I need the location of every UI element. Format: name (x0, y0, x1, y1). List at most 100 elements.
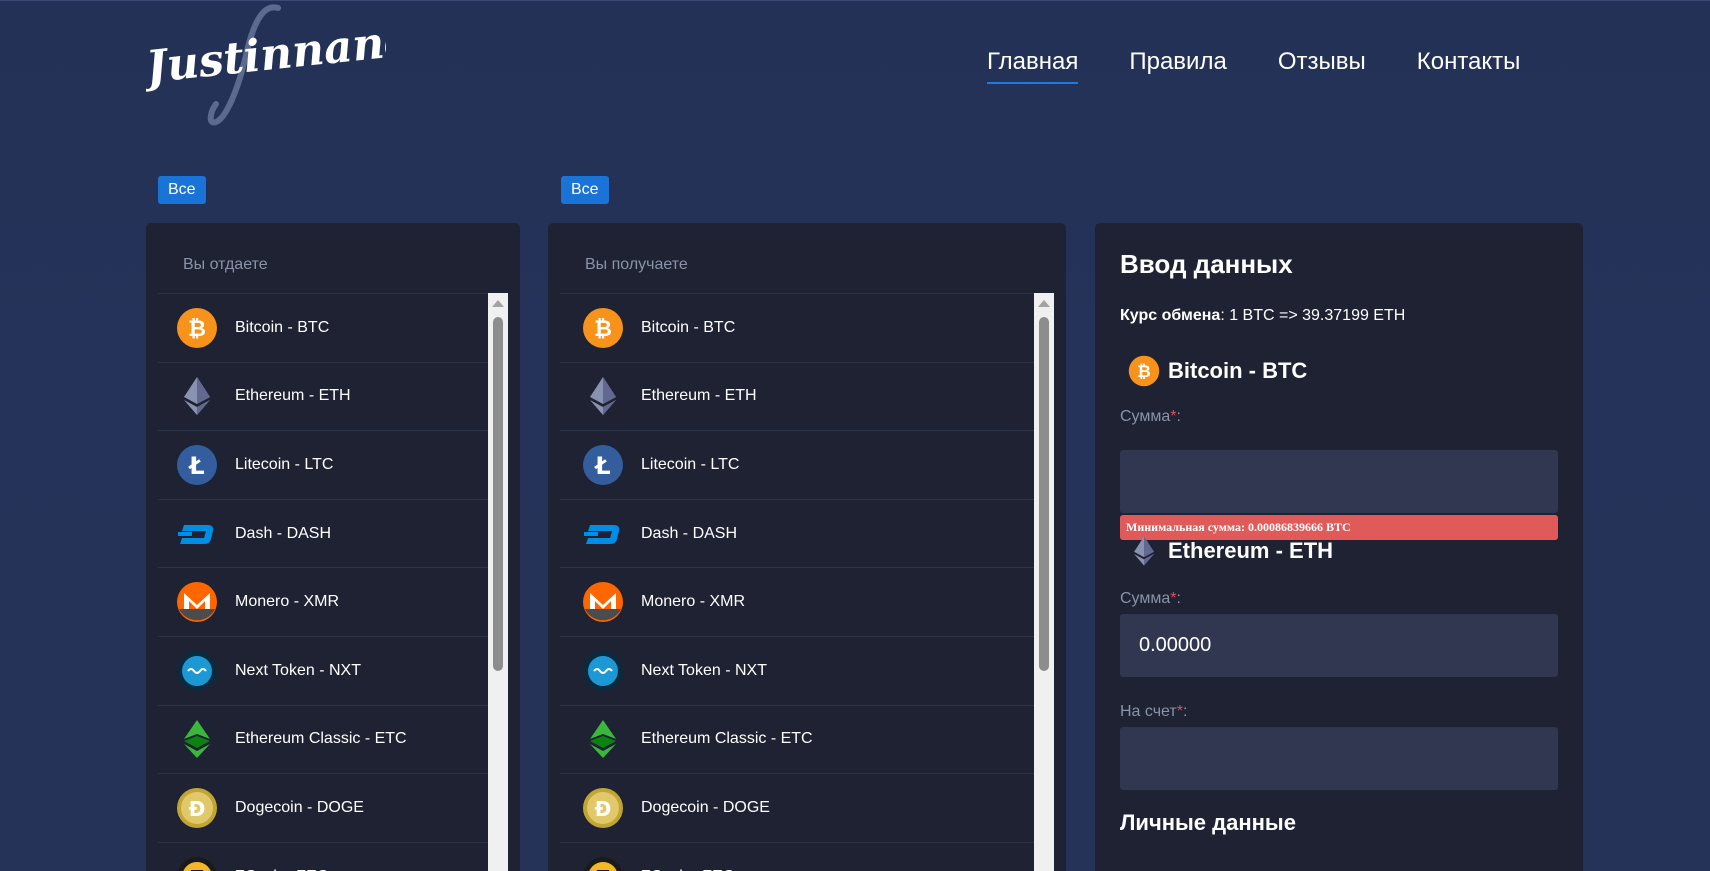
from-amount-label: Сумма*: (1120, 408, 1181, 425)
give-currency-item[interactable]: Ł Litecoin - LTC (158, 430, 488, 499)
give-panel: Вы отдаете ₿ Bitcoin - BTC Ethereum - ETH Ł… (146, 223, 520, 871)
give-currency-item[interactable]: Monero - XMR (158, 567, 488, 636)
give-currency-item[interactable]: Ethereum Classic - ETC (158, 704, 488, 774)
zcash-icon: Ƶ (176, 856, 218, 871)
currency-name: Ethereum - ETH (235, 387, 351, 405)
get-currency-list: ₿ Bitcoin - BTC Ethereum - ETH Ł Litecoin - … (560, 293, 1034, 871)
get-panel: Вы получаете ₿ Bitcoin - BTC Ethereum - ET… (548, 223, 1066, 871)
nav-item-rules[interactable]: Правила (1129, 48, 1226, 84)
exchange-rate: Курс обмена: 1 BTC => 39.37199 ETH (1120, 307, 1405, 325)
scroll-up-arrow[interactable] (1034, 293, 1054, 313)
monero-icon (582, 581, 624, 623)
from-currency-name: Bitcoin - BTC (1168, 358, 1308, 383)
currency-name: Bitcoin - BTC (641, 318, 736, 336)
bitcoin-icon: ₿ (1126, 353, 1162, 389)
nav-item-home[interactable]: Главная (987, 48, 1079, 84)
nav-item-contacts[interactable]: Контакты (1417, 48, 1521, 84)
bitcoin-icon: ₿ (176, 307, 218, 349)
scroll-thumb[interactable] (1039, 317, 1049, 671)
give-currency-item[interactable]: Dash - DASH (158, 498, 488, 568)
scroll-up-arrow[interactable] (488, 293, 508, 313)
rate-label: Курс обмена (1120, 307, 1221, 324)
svg-text:₿: ₿ (188, 317, 206, 342)
get-currency-item[interactable]: ₿ Bitcoin - BTC (560, 293, 1034, 362)
exchange-form-panel: Ввод данных Курс обмена: 1 BTC => 39.371… (1095, 223, 1583, 871)
give-currency-item[interactable]: Next Token - NXT (158, 635, 488, 705)
currency-name: Next Token - NXT (235, 661, 361, 679)
svg-text:Ƶ: Ƶ (190, 866, 205, 871)
currency-name: Monero - XMR (641, 593, 746, 611)
ethereum-icon (582, 375, 624, 417)
get-currency-item[interactable]: Dash - DASH (560, 498, 1034, 568)
give-list-container: ₿ Bitcoin - BTC Ethereum - ETH Ł Litecoin - … (158, 293, 508, 871)
svg-text:₿: ₿ (594, 317, 612, 342)
give-filter-all-button[interactable]: Все (158, 176, 206, 204)
svg-text:Ł: Ł (187, 452, 204, 480)
get-filter-all-button[interactable]: Все (561, 176, 609, 204)
svg-text:Justinnand: Justinnand (146, 14, 386, 94)
main-nav: Главная Правила Отзывы Контакты (987, 48, 1520, 84)
scroll-thumb[interactable] (493, 317, 503, 671)
currency-name: ZCash - ZEC (235, 868, 328, 871)
currency-name: Litecoin - LTC (641, 455, 740, 473)
give-currency-list: ₿ Bitcoin - BTC Ethereum - ETH Ł Litecoin - … (158, 293, 488, 871)
currency-name: ZCash - ZEC (641, 868, 734, 871)
dash-icon (176, 513, 218, 555)
svg-text:Ð: Ð (595, 797, 612, 821)
to-currency-header: Ethereum - ETH (1120, 533, 1333, 569)
dash-icon (582, 513, 624, 555)
get-currency-item[interactable]: Ł Litecoin - LTC (560, 430, 1034, 499)
ethereum-icon (176, 375, 218, 417)
account-label: На счет*: (1120, 703, 1188, 720)
svg-text:₿: ₿ (1137, 361, 1151, 381)
currency-name: Bitcoin - BTC (235, 318, 330, 336)
account-input[interactable] (1120, 727, 1558, 790)
to-amount-label: Сумма*: (1120, 590, 1181, 607)
give-scrollbar[interactable] (488, 293, 508, 871)
get-scrollbar[interactable] (1034, 293, 1054, 871)
currency-name: Litecoin - LTC (235, 455, 334, 473)
svg-text:Ð: Ð (189, 797, 206, 821)
nxt-icon (582, 650, 624, 692)
get-currency-item[interactable]: Monero - XMR (560, 567, 1034, 636)
logo-image: Justinnand (146, 4, 386, 126)
give-panel-title: Вы отдаете (183, 256, 268, 273)
litecoin-icon: Ł (176, 444, 218, 486)
get-currency-item[interactable]: Ƶ ZCash - ZEC (560, 841, 1034, 871)
personal-data-title: Личные данные (1120, 810, 1296, 835)
get-currency-item[interactable]: Ð Dogecoin - DOGE (560, 773, 1034, 842)
currency-name: Monero - XMR (235, 593, 340, 611)
form-title: Ввод данных (1120, 249, 1293, 279)
give-currency-item[interactable]: ₿ Bitcoin - BTC (158, 293, 488, 362)
dogecoin-icon: Ð (582, 787, 624, 829)
currency-name: Ethereum Classic - ETC (235, 730, 407, 748)
currency-name: Ethereum - ETH (641, 387, 757, 405)
currency-name: Dash - DASH (641, 524, 738, 542)
from-currency-header: ₿ Bitcoin - BTC (1120, 353, 1307, 389)
zcash-icon: Ƶ (582, 856, 624, 871)
currency-name: Dogecoin - DOGE (235, 798, 364, 816)
ethereum-classic-icon (582, 718, 624, 760)
currency-name: Dash - DASH (235, 524, 332, 542)
get-currency-item[interactable]: Ethereum - ETH (560, 361, 1034, 431)
litecoin-icon: Ł (582, 444, 624, 486)
to-currency-name: Ethereum - ETH (1168, 538, 1334, 563)
currency-name: Next Token - NXT (641, 661, 767, 679)
ethereum-icon (1126, 533, 1162, 569)
bitcoin-icon: ₿ (582, 307, 624, 349)
give-currency-item[interactable]: Ð Dogecoin - DOGE (158, 773, 488, 842)
svg-text:Ƶ: Ƶ (596, 866, 611, 871)
currency-name: Dogecoin - DOGE (641, 798, 770, 816)
get-panel-title: Вы получаете (585, 256, 688, 273)
ethereum-classic-icon (176, 718, 218, 760)
give-currency-item[interactable]: Ƶ ZCash - ZEC (158, 841, 488, 871)
svg-text:Ł: Ł (593, 452, 610, 480)
to-amount-input[interactable] (1120, 614, 1558, 677)
rate-value: : 1 BTC => 39.37199 ETH (1220, 307, 1406, 324)
nav-item-reviews[interactable]: Отзывы (1278, 48, 1366, 84)
logo[interactable]: Justinnand (146, 0, 386, 130)
give-currency-item[interactable]: Ethereum - ETH (158, 361, 488, 431)
from-amount-input[interactable] (1120, 450, 1558, 513)
get-currency-item[interactable]: Ethereum Classic - ETC (560, 704, 1034, 774)
get-currency-item[interactable]: Next Token - NXT (560, 635, 1034, 705)
